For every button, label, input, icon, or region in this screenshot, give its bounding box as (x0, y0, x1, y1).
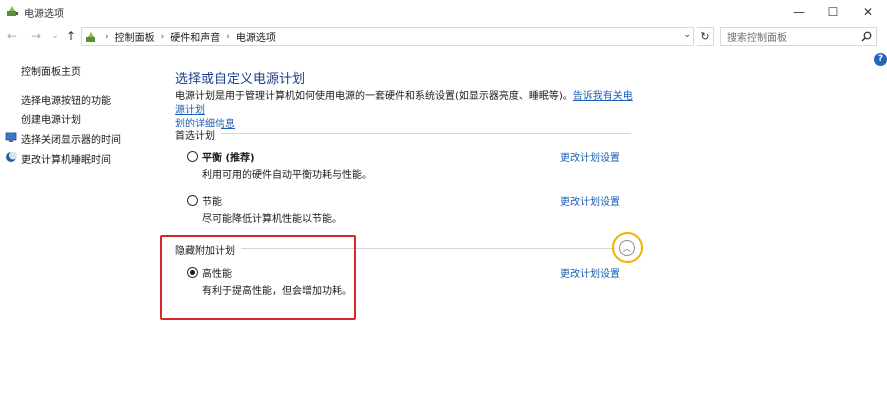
radio-balanced[interactable] (187, 151, 198, 162)
breadcrumb-control-panel[interactable]: 控制面板 (115, 29, 155, 44)
description-text: 电源计划是用于管理计算机如何使用电源的一套硬件和系统设置(如显示器亮度、睡眠等)… (175, 91, 573, 102)
close-button[interactable]: ✕ (853, 2, 883, 22)
up-button[interactable]: ↑ (64, 29, 78, 43)
sidebar-item-sleep-time[interactable]: 更改计算机睡眠时间 (21, 151, 111, 166)
change-plan-settings-power-saver[interactable]: 更改计划设置 (560, 193, 620, 208)
sidebar-item-power-button[interactable]: 选择电源按钮的功能 (21, 92, 111, 107)
monitor-icon (5, 132, 17, 142)
power-options-icon (7, 6, 18, 16)
back-button[interactable]: ← (5, 29, 19, 43)
control-panel-icon (86, 31, 95, 42)
minimize-button[interactable]: — (784, 2, 814, 22)
plan-balanced-desc: 利用可用的硬件自动平衡功耗与性能。 (202, 170, 372, 181)
page-description: 电源计划是用于管理计算机如何使用电源的一套硬件和系统设置(如显示器亮度、睡眠等)… (175, 90, 635, 132)
plan-balanced-name[interactable]: 平衡 (推荐) (202, 149, 255, 164)
sidebar-item-create-plan[interactable]: 创建电源计划 (21, 111, 81, 126)
window-title: 电源选项 (24, 9, 64, 20)
preferred-plans-heading: 首选计划 (175, 127, 221, 142)
plan-power-saver-desc: 尽可能降低计算机性能以节能。 (202, 214, 342, 225)
breadcrumb-hardware-sound[interactable]: 硬件和声音 (170, 29, 220, 44)
change-plan-settings-high-performance[interactable]: 更改计划设置 (560, 265, 620, 280)
highlight-annotation-box (160, 235, 356, 320)
search-placeholder: 搜索控制面板 (727, 33, 787, 44)
plan-power-saver-name[interactable]: 节能 (202, 193, 222, 208)
help-icon[interactable]: ? (874, 53, 887, 66)
maximize-button[interactable]: ☐ (818, 2, 848, 22)
recent-locations-button[interactable]: ⌄ (48, 29, 62, 43)
section-divider (175, 133, 631, 134)
search-icon[interactable] (861, 31, 872, 42)
radio-power-saver[interactable] (187, 195, 198, 206)
chevron-right-icon: › (160, 31, 165, 42)
sidebar-item-home[interactable]: 控制面板主页 (21, 63, 81, 78)
title-bar: 电源选项 — ☐ ✕ (0, 0, 887, 24)
address-bar[interactable]: › 控制面板 › 硬件和声音 › 电源选项 ⌄ (81, 27, 694, 46)
refresh-button[interactable]: ↻ (697, 27, 714, 46)
chevron-right-icon: › (105, 31, 109, 42)
collapse-icon[interactable]: ︿ (619, 240, 635, 256)
moon-icon (6, 151, 17, 162)
change-plan-settings-balanced[interactable]: 更改计划设置 (560, 149, 620, 164)
chevron-right-icon: › (226, 31, 230, 42)
page-title: 选择或自定义电源计划 (175, 72, 306, 87)
breadcrumb-power-options[interactable]: 电源选项 (236, 29, 276, 44)
address-dropdown-button[interactable]: ⌄ (683, 30, 691, 40)
search-input[interactable]: 搜索控制面板 (720, 27, 877, 46)
sidebar-item-display-off[interactable]: 选择关闭显示器的时间 (21, 131, 121, 146)
forward-button[interactable]: → (29, 29, 43, 43)
